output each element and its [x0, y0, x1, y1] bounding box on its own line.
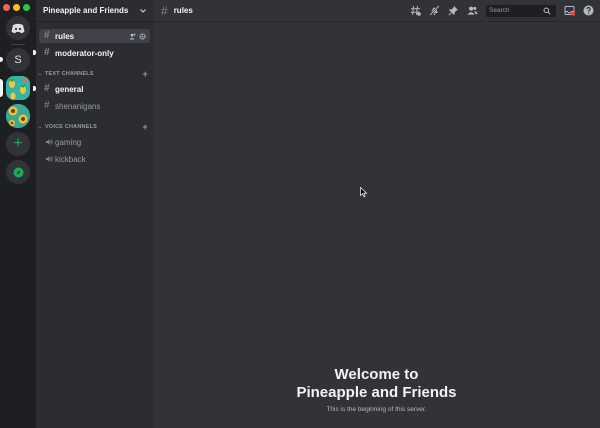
inbox-button[interactable] — [564, 5, 575, 16]
channel-label: general — [55, 84, 84, 94]
channel-label: shenanigans — [55, 101, 101, 111]
welcome-subtitle: This is the beginning of this server. — [326, 406, 427, 413]
channel-label: gaming — [55, 137, 82, 147]
chevron-down-icon — [140, 8, 146, 13]
help-icon — [583, 5, 594, 16]
mouse-cursor — [360, 187, 368, 198]
category-text-channels[interactable]: ⌄ TEXT CHANNELS + — [38, 69, 150, 79]
welcome-title-line1: Welcome to — [334, 366, 419, 383]
minimize-window-button[interactable] — [13, 4, 20, 11]
voice-channel-kickback[interactable]: kickback — [39, 152, 150, 166]
rail-divider — [11, 44, 25, 45]
mute-bell-icon — [429, 5, 440, 16]
add-server-button[interactable]: + — [6, 132, 30, 156]
hash-icon: # — [44, 30, 50, 41]
channel-label: kickback — [55, 154, 86, 164]
guild-name: Pineapple and Friends — [43, 6, 129, 15]
channel-shenanigans[interactable]: # shenanigans — [39, 99, 150, 113]
plus-icon: + — [13, 135, 23, 152]
unread-indicator — [33, 50, 36, 55]
add-channel-icon[interactable]: + — [143, 69, 148, 79]
discord-logo-icon — [11, 23, 25, 33]
hash-icon: # — [44, 47, 50, 58]
channel-rules[interactable]: # rules — [39, 29, 150, 43]
window-controls — [3, 4, 30, 11]
server-unread-pill — [0, 57, 3, 62]
server-selected-pill — [0, 79, 3, 97]
member-list-button[interactable] — [467, 5, 478, 16]
zoom-window-button[interactable] — [23, 4, 30, 11]
explore-servers-button[interactable] — [6, 160, 30, 184]
hash-icon: # — [161, 3, 168, 18]
welcome-title: Welcome to Pineapple and Friends — [153, 366, 600, 402]
channel-general[interactable]: # general — [39, 82, 150, 96]
guild-header[interactable]: Pineapple and Friends — [36, 0, 153, 22]
server-s[interactable]: S — [6, 48, 30, 72]
main-content: # rules Search Welcome to Pineapple and … — [153, 0, 600, 428]
welcome-title-line2: Pineapple and Friends — [296, 384, 457, 401]
hash-icon: # — [44, 83, 50, 94]
pin-icon — [448, 6, 458, 16]
search-box[interactable] — [486, 4, 556, 17]
chevron-down-icon: ⌄ — [38, 71, 43, 77]
channel-label: moderator-only — [55, 48, 114, 58]
unread-indicator — [33, 86, 36, 91]
help-button[interactable] — [583, 5, 594, 16]
server-pineapple-and-friends[interactable] — [6, 76, 30, 100]
channel-sidebar: Pineapple and Friends # rules # moderato… — [33, 0, 153, 428]
channel-title: rules — [173, 6, 193, 15]
threads-button[interactable] — [410, 5, 421, 16]
compass-icon — [13, 167, 23, 177]
sunflower-pattern-icon — [6, 104, 30, 128]
server-s-label: S — [14, 54, 22, 66]
inbox-icon — [564, 6, 575, 16]
voice-channel-gaming[interactable]: gaming — [39, 135, 150, 149]
notification-settings-button[interactable] — [429, 5, 440, 16]
category-voice-channels[interactable]: ⌄ VOICE CHANNELS + — [38, 122, 150, 132]
add-channel-icon[interactable]: + — [143, 122, 148, 132]
speaker-icon — [46, 156, 53, 162]
pineapple-pattern-icon — [6, 76, 30, 100]
threads-icon — [410, 5, 421, 16]
home-button[interactable] — [6, 16, 30, 40]
search-input[interactable] — [489, 7, 543, 14]
members-icon — [467, 6, 478, 15]
channel-label: rules — [55, 31, 75, 41]
speaker-icon — [46, 139, 53, 145]
gear-icon[interactable] — [139, 32, 146, 40]
category-label: TEXT CHANNELS — [45, 71, 94, 77]
welcome-section: Welcome to Pineapple and Friends This is… — [153, 366, 600, 413]
close-window-button[interactable] — [3, 4, 10, 11]
server-rail: S + — [0, 0, 36, 428]
channel-moderator-only[interactable]: # moderator-only — [39, 46, 150, 60]
chevron-down-icon: ⌄ — [38, 124, 43, 130]
channel-header: # rules — [153, 0, 600, 22]
server-sunflowers[interactable] — [6, 104, 30, 128]
category-label: VOICE CHANNELS — [45, 124, 97, 130]
search-icon — [543, 7, 551, 15]
create-invite-icon[interactable] — [129, 33, 136, 40]
pinned-messages-button[interactable] — [448, 5, 459, 16]
hash-icon: # — [44, 100, 50, 111]
